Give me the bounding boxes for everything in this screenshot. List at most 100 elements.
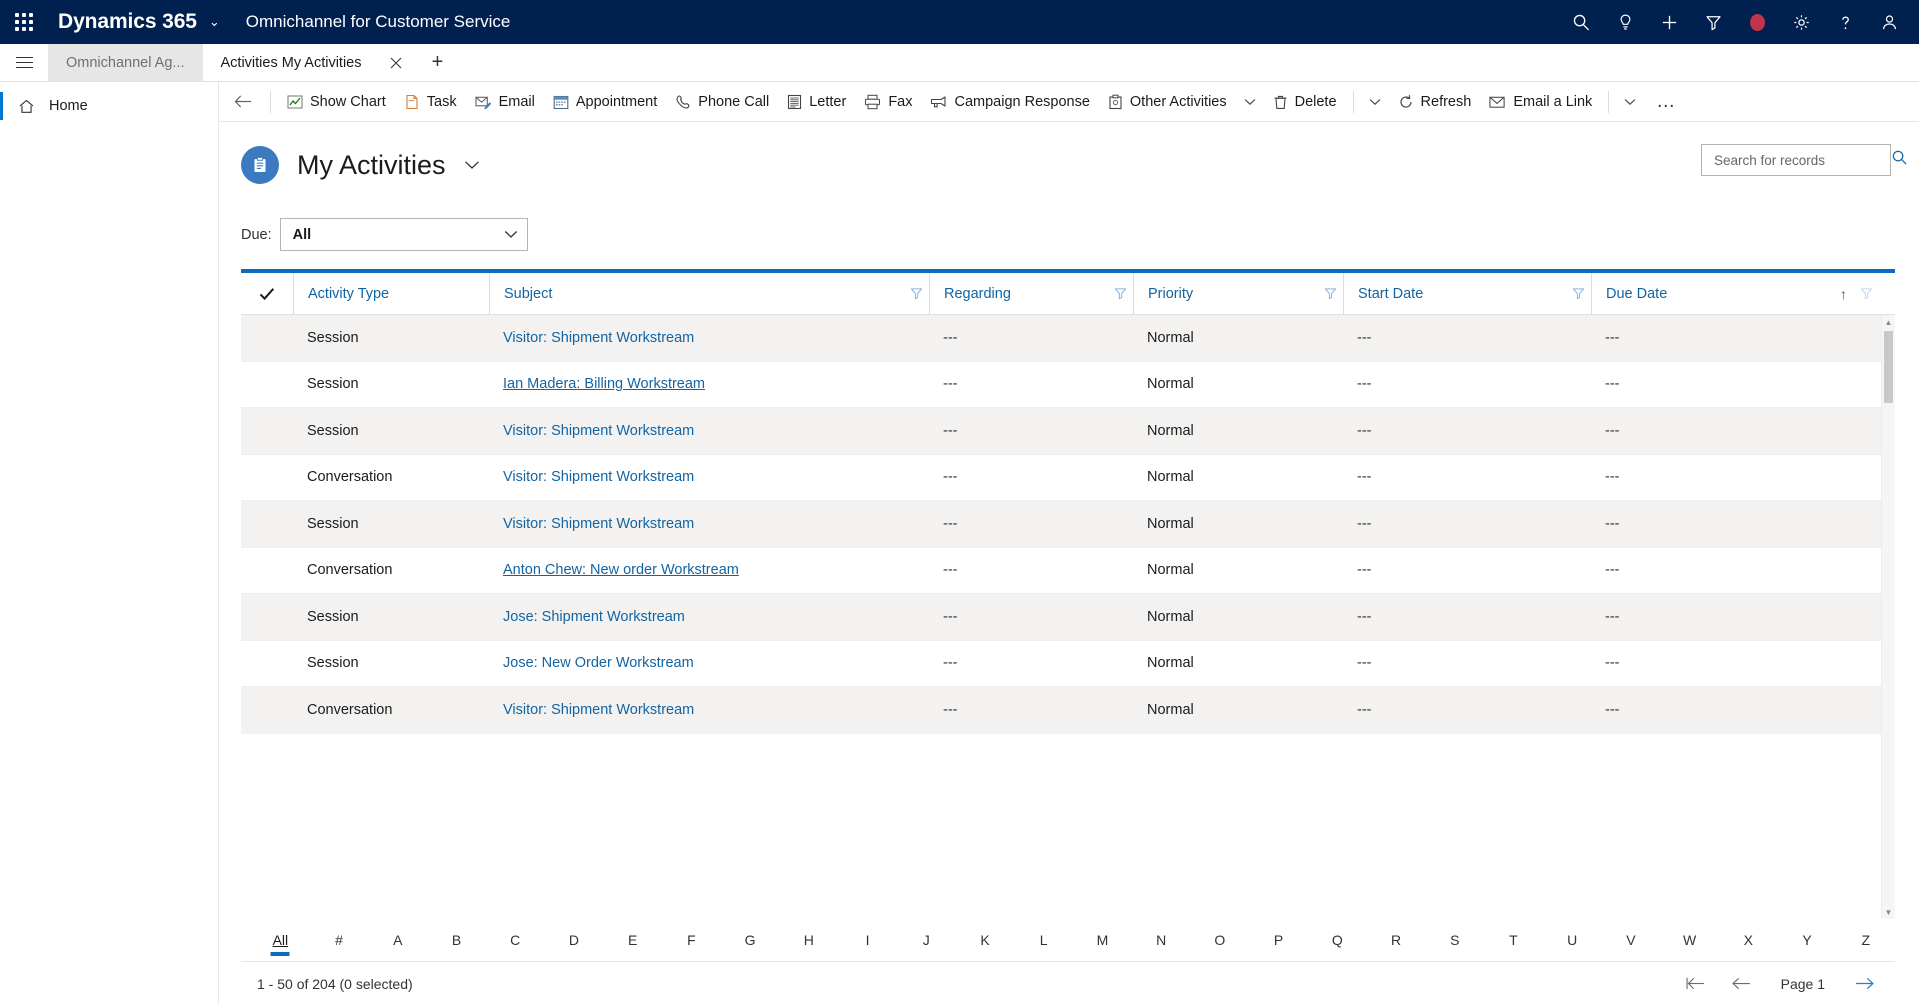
task-button[interactable]: Task xyxy=(395,82,466,121)
previous-page-icon[interactable] xyxy=(1719,965,1765,1003)
other-activities-button[interactable]: Other Activities xyxy=(1099,82,1236,121)
alpha-filter-x[interactable]: X xyxy=(1719,926,1778,954)
first-page-icon[interactable] xyxy=(1673,965,1719,1003)
column-header-activity-type[interactable]: Activity Type xyxy=(293,273,489,314)
alpha-filter-q[interactable]: Q xyxy=(1308,926,1367,954)
brand-title[interactable]: Dynamics 365 xyxy=(58,10,197,34)
alpha-filter-n[interactable]: N xyxy=(1132,926,1191,954)
email-button[interactable]: Email xyxy=(466,82,544,121)
lightbulb-icon[interactable] xyxy=(1603,0,1647,44)
filter-icon[interactable] xyxy=(1853,287,1879,300)
gear-icon[interactable] xyxy=(1779,0,1823,44)
alpha-filter-f[interactable]: F xyxy=(662,926,721,954)
show-chart-button[interactable]: Show Chart xyxy=(278,82,395,121)
alpha-filter-a[interactable]: A xyxy=(368,926,427,954)
filter-icon[interactable] xyxy=(1107,287,1133,300)
table-row[interactable]: Conversation Visitor: Shipment Workstrea… xyxy=(241,455,1895,501)
table-row[interactable]: Conversation Visitor: Shipment Workstrea… xyxy=(241,687,1895,734)
alpha-filter-r[interactable]: R xyxy=(1367,926,1426,954)
cell-subject-link[interactable]: Visitor: Shipment Workstream xyxy=(489,423,929,439)
cell-subject-link[interactable]: Visitor: Shipment Workstream xyxy=(489,469,929,485)
chevron-down-icon[interactable] xyxy=(1236,82,1264,121)
cell-subject-link[interactable]: Visitor: Shipment Workstream xyxy=(489,702,929,718)
chevron-down-icon[interactable]: ⌄ xyxy=(209,14,220,30)
cell-subject-link[interactable]: Jose: New Order Workstream xyxy=(489,655,929,671)
search-records-box[interactable] xyxy=(1701,144,1907,176)
alpha-filter-p[interactable]: P xyxy=(1249,926,1308,954)
campaign-response-button[interactable]: Campaign Response xyxy=(921,82,1098,121)
tab-omnichannel-agent[interactable]: Omnichannel Ag... xyxy=(48,44,203,81)
alpha-filter-w[interactable]: W xyxy=(1660,926,1719,954)
delete-button[interactable]: Delete xyxy=(1264,82,1346,121)
email-a-link-button[interactable]: Email a Link xyxy=(1480,82,1601,121)
table-row[interactable]: Conversation Anton Chew: New order Works… xyxy=(241,548,1895,594)
chevron-down-icon[interactable] xyxy=(464,157,480,174)
cell-subject-link[interactable]: Anton Chew: New order Workstream xyxy=(489,562,929,578)
alpha-filter-o[interactable]: O xyxy=(1191,926,1250,954)
column-header-priority[interactable]: Priority xyxy=(1133,273,1343,314)
alpha-filter-y[interactable]: Y xyxy=(1778,926,1837,954)
chevron-down-icon[interactable] xyxy=(1361,82,1389,121)
plus-icon[interactable] xyxy=(1647,0,1691,44)
sidebar-item-home[interactable]: Home xyxy=(0,88,218,124)
alpha-filter-i[interactable]: I xyxy=(838,926,897,954)
alpha-filter-s[interactable]: S xyxy=(1425,926,1484,954)
alpha-filter-e[interactable]: E xyxy=(603,926,662,954)
column-header-regarding[interactable]: Regarding xyxy=(929,273,1133,314)
alpha-filter-j[interactable]: J xyxy=(897,926,956,954)
alpha-filter-t[interactable]: T xyxy=(1484,926,1543,954)
alpha-filter-h[interactable]: H xyxy=(779,926,838,954)
cell-subject-link[interactable]: Visitor: Shipment Workstream xyxy=(489,516,929,532)
column-header-due-date[interactable]: Due Date ↑ xyxy=(1591,273,1879,314)
sort-ascending-icon[interactable]: ↑ xyxy=(1840,286,1853,302)
overflow-menu-button[interactable]: … xyxy=(1644,82,1688,121)
search-icon[interactable] xyxy=(1891,149,1908,171)
next-page-icon[interactable] xyxy=(1841,965,1887,1003)
help-icon[interactable] xyxy=(1823,0,1867,44)
select-all-checkbox[interactable] xyxy=(241,287,293,301)
tab-activities-my-activities[interactable]: Activities My Activities xyxy=(202,44,416,81)
back-arrow-icon[interactable] xyxy=(223,82,263,121)
table-row[interactable]: Session Visitor: Shipment Workstream ---… xyxy=(241,501,1895,548)
fax-button[interactable]: Fax xyxy=(855,82,921,121)
new-tab-button[interactable]: + xyxy=(416,44,460,81)
letter-button[interactable]: Letter xyxy=(778,82,855,121)
close-icon[interactable] xyxy=(384,51,408,75)
chevron-down-icon[interactable] xyxy=(1616,82,1644,121)
cell-subject-link[interactable]: Visitor: Shipment Workstream xyxy=(489,330,929,346)
column-header-start-date[interactable]: Start Date xyxy=(1343,273,1591,314)
search-input[interactable] xyxy=(1714,152,1891,168)
alpha-filter-d[interactable]: D xyxy=(545,926,604,954)
alpha-filter-c[interactable]: C xyxy=(486,926,545,954)
table-row[interactable]: Session Jose: Shipment Workstream --- No… xyxy=(241,594,1895,641)
filter-icon[interactable] xyxy=(1691,0,1735,44)
filter-icon[interactable] xyxy=(1317,287,1343,300)
alpha-filter-k[interactable]: K xyxy=(956,926,1015,954)
table-row[interactable]: Session Jose: New Order Workstream --- N… xyxy=(241,641,1895,687)
appointment-button[interactable]: Appointment xyxy=(544,82,666,121)
search-icon[interactable] xyxy=(1559,0,1603,44)
grid-vertical-scrollbar[interactable]: ▲ ▼ xyxy=(1881,315,1895,919)
refresh-button[interactable]: Refresh xyxy=(1389,82,1481,121)
column-header-subject[interactable]: Subject xyxy=(489,273,929,314)
alpha-filter-l[interactable]: L xyxy=(1014,926,1073,954)
table-row[interactable]: Session Visitor: Shipment Workstream ---… xyxy=(241,408,1895,455)
phone-call-button[interactable]: Phone Call xyxy=(666,82,778,121)
recording-indicator-icon[interactable] xyxy=(1735,0,1779,44)
alpha-filter-u[interactable]: U xyxy=(1543,926,1602,954)
table-row[interactable]: Session Ian Madera: Billing Workstream -… xyxy=(241,362,1895,408)
filter-icon[interactable] xyxy=(1565,287,1591,300)
due-filter-dropdown[interactable]: All xyxy=(279,218,528,251)
alpha-filter-m[interactable]: M xyxy=(1073,926,1132,954)
alpha-filter-all[interactable]: All xyxy=(251,926,310,954)
scroll-up-arrow-icon[interactable]: ▲ xyxy=(1885,315,1893,329)
alpha-filter-g[interactable]: G xyxy=(721,926,780,954)
alpha-filter-v[interactable]: V xyxy=(1602,926,1661,954)
filter-icon[interactable] xyxy=(903,287,929,300)
alpha-filter-b[interactable]: B xyxy=(427,926,486,954)
scroll-down-arrow-icon[interactable]: ▼ xyxy=(1885,905,1893,919)
site-map-hamburger-icon[interactable] xyxy=(0,44,48,81)
alpha-filter-z[interactable]: Z xyxy=(1836,926,1895,954)
user-avatar-icon[interactable] xyxy=(1867,0,1911,44)
app-launcher-icon[interactable] xyxy=(0,0,48,44)
